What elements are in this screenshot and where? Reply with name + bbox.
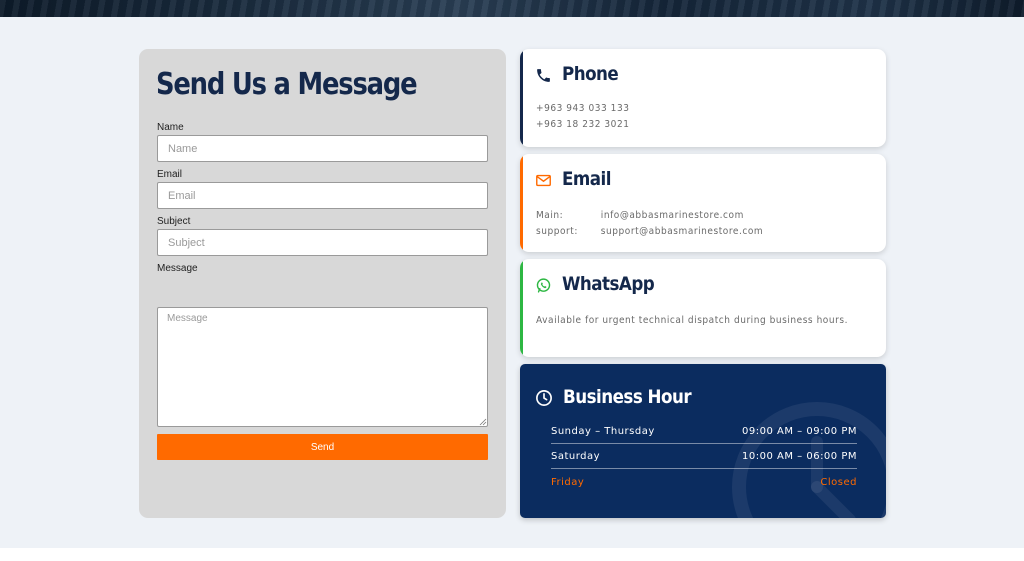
phone-icon	[537, 69, 550, 82]
email-support-key: support:	[536, 226, 578, 237]
whatsapp-card-accent	[520, 259, 523, 357]
whatsapp-title: WhatsApp	[562, 273, 655, 295]
hours-time: 09:00 AM – 09:00 PM	[742, 426, 857, 437]
name-input[interactable]	[157, 135, 488, 162]
business-hours-title: Business Hour	[563, 386, 692, 408]
hours-day: Friday	[551, 477, 585, 488]
email-label: Email	[157, 169, 183, 180]
message-textarea[interactable]	[157, 307, 488, 427]
resize-handle-icon[interactable]	[479, 418, 487, 426]
email-card: Email Main: info@abbasmarinestore.com sup…	[520, 154, 886, 252]
email-main-key: Main:	[536, 210, 564, 221]
subject-input[interactable]	[157, 229, 488, 256]
email-title: Email	[562, 168, 611, 190]
whatsapp-card: WhatsApp Available for urgent technical …	[520, 259, 886, 357]
email-main-link[interactable]: info@abbasmarinestore.com	[601, 210, 744, 221]
email-support-row: support: support@abbasmarinestore.com	[536, 226, 763, 237]
footer-area	[0, 548, 1024, 561]
hours-time: Closed	[820, 477, 857, 488]
envelope-icon	[536, 174, 551, 187]
hours-row-weekdays: Sunday – Thursday 09:00 AM – 09:00 PM	[551, 420, 857, 444]
contact-section: Send Us a Message Name Email Subject Mes…	[0, 17, 1024, 548]
email-main-row: Main: info@abbasmarinestore.com	[536, 210, 744, 221]
phone-number-primary[interactable]: +963 943 033 133	[536, 103, 629, 114]
clock-icon	[536, 390, 552, 406]
hours-row-friday: Friday Closed	[551, 471, 857, 495]
email-card-accent	[520, 154, 523, 252]
hours-day: Sunday – Thursday	[551, 426, 655, 437]
form-title: Send Us a Message	[156, 67, 418, 102]
phone-card-accent	[520, 49, 523, 147]
message-label: Message	[157, 263, 198, 274]
business-hours-card: Business Hour Sunday – Thursday 09:00 AM…	[520, 364, 886, 518]
name-label: Name	[157, 122, 184, 133]
phone-card: Phone +963 943 033 133 +963 18 232 3021	[520, 49, 886, 147]
email-support-link[interactable]: support@abbasmarinestore.com	[601, 226, 763, 237]
send-button[interactable]: Send	[157, 434, 488, 460]
whatsapp-description: Available for urgent technical dispatch …	[536, 315, 848, 326]
phone-title: Phone	[562, 63, 619, 85]
email-input[interactable]	[157, 182, 488, 209]
phone-number-secondary[interactable]: +963 18 232 3021	[536, 119, 629, 130]
hero-image-strip	[0, 0, 1024, 17]
hours-time: 10:00 AM – 06:00 PM	[742, 451, 857, 462]
contact-form: Send Us a Message Name Email Subject Mes…	[139, 49, 506, 518]
hours-day: Saturday	[551, 451, 601, 462]
whatsapp-icon	[536, 278, 551, 293]
subject-label: Subject	[157, 216, 191, 227]
hours-row-saturday: Saturday 10:00 AM – 06:00 PM	[551, 445, 857, 469]
